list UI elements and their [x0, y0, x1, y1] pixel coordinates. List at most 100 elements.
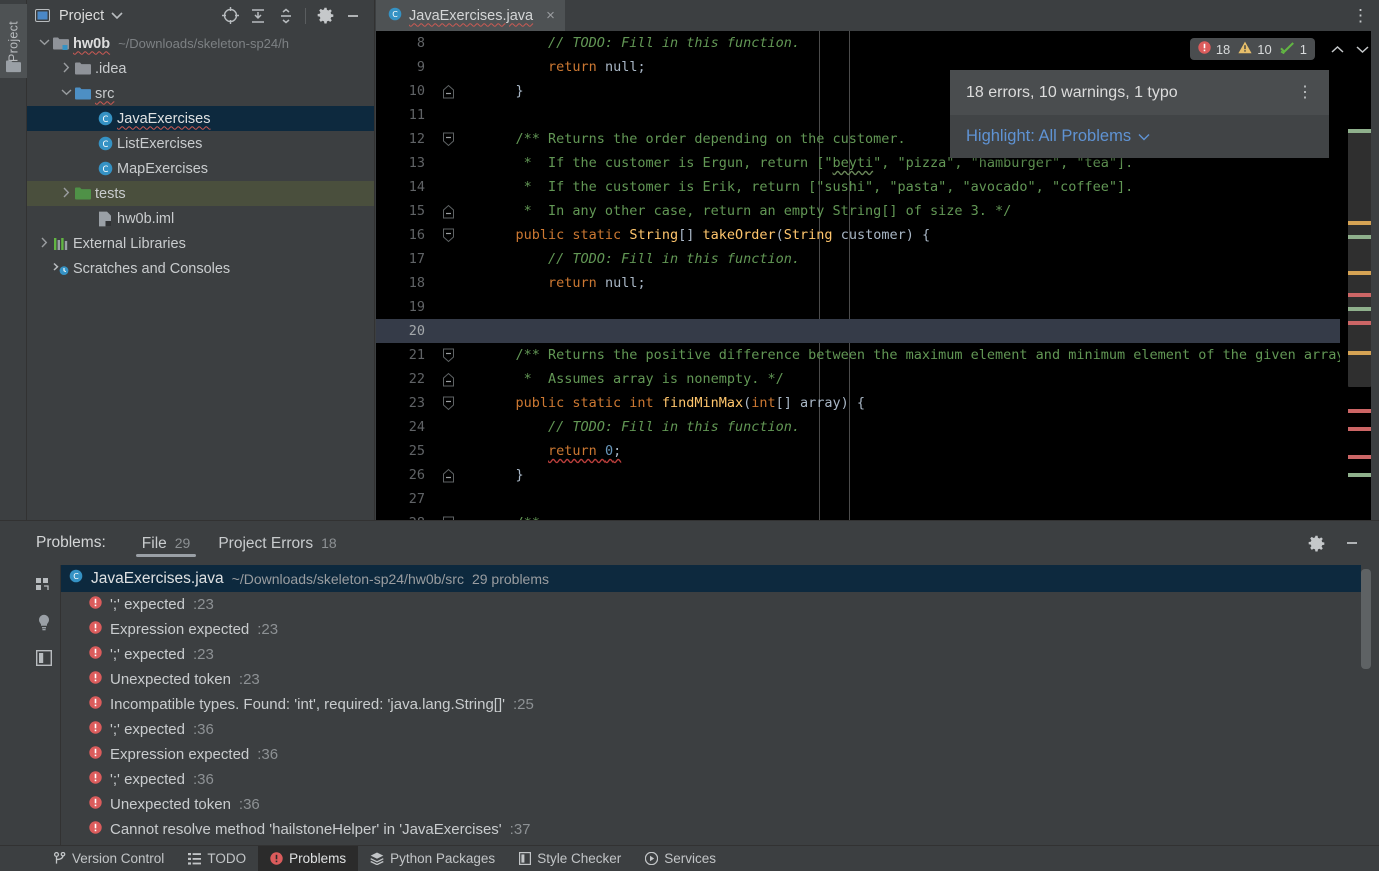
problems-file-row[interactable]: C JavaExercises.java ~/Downloads/skeleto…	[61, 565, 1361, 592]
tree-item-listexercises[interactable]: CListExercises	[27, 131, 374, 156]
tree-item-mapexercises[interactable]: CMapExercises	[27, 156, 374, 181]
error-icon	[89, 621, 102, 638]
tab-project-errors[interactable]: Project Errors 18	[204, 521, 350, 565]
chevron-right-icon[interactable]	[37, 237, 51, 251]
code-line[interactable]: 19	[376, 295, 1379, 319]
problem-row[interactable]: Incompatible types. Found: 'int', requir…	[61, 692, 1379, 717]
problem-row[interactable]: Expression expected:23	[61, 617, 1379, 642]
fold-start-icon[interactable]	[433, 228, 463, 243]
stripe-marker[interactable]	[1348, 427, 1371, 431]
chevron-down-icon[interactable]	[1138, 127, 1150, 146]
editor-scrollbar-thumb[interactable]	[1348, 131, 1371, 387]
code-line[interactable]: 18 return null;	[376, 271, 1379, 295]
code-line[interactable]: 28 /**	[376, 511, 1379, 520]
problems-list[interactable]: C JavaExercises.java ~/Downloads/skeleto…	[61, 565, 1379, 845]
code-line[interactable]: 21 /** Returns the positive difference b…	[376, 343, 1379, 367]
inspection-badge[interactable]: 18 10 1	[1190, 38, 1315, 60]
minimize-icon[interactable]	[344, 7, 362, 25]
stripe-marker[interactable]	[1348, 321, 1371, 325]
fold-end-icon[interactable]	[433, 84, 463, 99]
code-line[interactable]: 17 // TODO: Fill in this function.	[376, 247, 1379, 271]
problems-scrollbar[interactable]	[1361, 569, 1371, 669]
code-line[interactable]: 14 * If the customer is Erik, return ["s…	[376, 175, 1379, 199]
tree-item-external-libraries[interactable]: External Libraries	[27, 231, 374, 256]
status-tab-style-checker[interactable]: Style Checker	[507, 846, 633, 871]
stripe-marker[interactable]	[1348, 455, 1371, 459]
stripe-marker[interactable]	[1348, 129, 1371, 133]
chevron-down-icon[interactable]	[108, 7, 126, 25]
fold-end-icon[interactable]	[433, 204, 463, 219]
fold-start-icon[interactable]	[433, 396, 463, 411]
expand-all-icon[interactable]	[249, 7, 267, 25]
problem-row[interactable]: Expression expected:36	[61, 742, 1379, 767]
gear-icon[interactable]	[1307, 534, 1325, 552]
code-line[interactable]: 26 }	[376, 463, 1379, 487]
problem-row[interactable]: ';' expected:23	[61, 642, 1379, 667]
tree-item-label: hw0b.iml	[117, 211, 174, 227]
project-tree[interactable]: hw0b~/Downloads/skeleton-sp24/h.ideasrcC…	[27, 31, 374, 520]
gear-icon[interactable]	[316, 7, 334, 25]
tree-item-hw0b[interactable]: hw0b~/Downloads/skeleton-sp24/h	[27, 31, 374, 56]
chevron-down-icon[interactable]	[59, 88, 73, 99]
collapse-all-icon[interactable]	[277, 7, 295, 25]
fold-end-icon[interactable]	[433, 468, 463, 483]
stripe-marker[interactable]	[1348, 221, 1371, 225]
stripe-marker[interactable]	[1348, 235, 1371, 239]
problem-row[interactable]: ';' expected:23	[61, 592, 1379, 617]
problem-row[interactable]: Unexpected token:23	[61, 667, 1379, 692]
editor-tab-javaexercises[interactable]: C JavaExercises.java ×	[376, 0, 565, 31]
editor-overflow-menu-icon[interactable]: ⋮	[1352, 11, 1369, 21]
chevron-right-icon[interactable]	[59, 187, 73, 201]
status-tab-todo[interactable]: TODO	[176, 846, 258, 871]
fold-start-icon[interactable]	[433, 348, 463, 363]
tree-item-tests[interactable]: tests	[27, 181, 374, 206]
problem-row[interactable]: Cannot resolve method 'hailstoneHelper' …	[61, 817, 1379, 842]
tree-item-label: Scratches and Consoles	[73, 261, 230, 277]
fold-start-icon[interactable]	[433, 132, 463, 147]
status-tab-version-control[interactable]: Version Control	[42, 846, 176, 871]
code-line[interactable]: 15 * In any other case, return an empty …	[376, 199, 1379, 223]
chevron-right-icon[interactable]	[59, 62, 73, 76]
close-icon[interactable]: ×	[546, 7, 555, 24]
tab-file[interactable]: File 29	[128, 521, 205, 565]
tree-item-scratches-and-consoles[interactable]: Scratches and Consoles	[27, 256, 374, 281]
problem-row[interactable]: ';' expected:36	[61, 717, 1379, 742]
bottom-tool-tab-bar[interactable]: Version ControlTODOProblemsPython Packag…	[0, 845, 1379, 871]
stripe-marker[interactable]	[1348, 473, 1371, 477]
code-line[interactable]: 16 public static String[] takeOrder(Stri…	[376, 223, 1379, 247]
code-line[interactable]: 25 return 0;	[376, 439, 1379, 463]
stripe-marker[interactable]	[1348, 307, 1371, 311]
chevron-down-icon[interactable]	[37, 38, 51, 49]
problem-row[interactable]: Unexpected token:36	[61, 792, 1379, 817]
lightbulb-icon[interactable]	[35, 613, 53, 631]
group-by-icon[interactable]	[35, 577, 53, 595]
fold-end-icon[interactable]	[433, 372, 463, 387]
chevron-up-icon[interactable]	[1331, 42, 1344, 57]
code-line[interactable]: 23 public static int findMinMax(int[] ar…	[376, 391, 1379, 415]
status-tab-python-packages[interactable]: Python Packages	[358, 846, 507, 871]
code-line[interactable]: 20	[376, 319, 1379, 343]
problems-item-container[interactable]: ';' expected:23Expression expected:23';'…	[61, 592, 1379, 842]
inspection-popup-menu-icon[interactable]: ⋮	[1297, 88, 1313, 97]
inspection-highlight-row[interactable]: Highlight: All Problems	[950, 115, 1329, 158]
code-line[interactable]: 24 // TODO: Fill in this function.	[376, 415, 1379, 439]
status-tab-problems[interactable]: Problems	[258, 846, 358, 871]
inspection-ok-icon	[1280, 42, 1295, 57]
problem-row[interactable]: ';' expected:36	[61, 767, 1379, 792]
stripe-marker[interactable]	[1348, 271, 1371, 275]
preview-icon[interactable]	[35, 649, 53, 667]
status-tab-services[interactable]: Services	[633, 846, 728, 871]
tree-item-idea[interactable]: .idea	[27, 56, 374, 81]
stripe-marker[interactable]	[1348, 409, 1371, 413]
stripe-marker[interactable]	[1348, 293, 1371, 297]
tree-item-hw0b-iml[interactable]: hw0b.iml	[27, 206, 374, 231]
tree-item-javaexercises[interactable]: CJavaExercises	[27, 106, 374, 131]
chevron-down-icon[interactable]	[1356, 42, 1369, 57]
code-line[interactable]: 27	[376, 487, 1379, 511]
problems-title: Problems:	[36, 534, 106, 552]
locate-icon[interactable]	[221, 7, 239, 25]
code-line[interactable]: 22 * Assumes array is nonempty. */	[376, 367, 1379, 391]
stripe-marker[interactable]	[1348, 351, 1371, 355]
tree-item-src[interactable]: src	[27, 81, 374, 106]
minimize-icon[interactable]	[1343, 534, 1361, 552]
